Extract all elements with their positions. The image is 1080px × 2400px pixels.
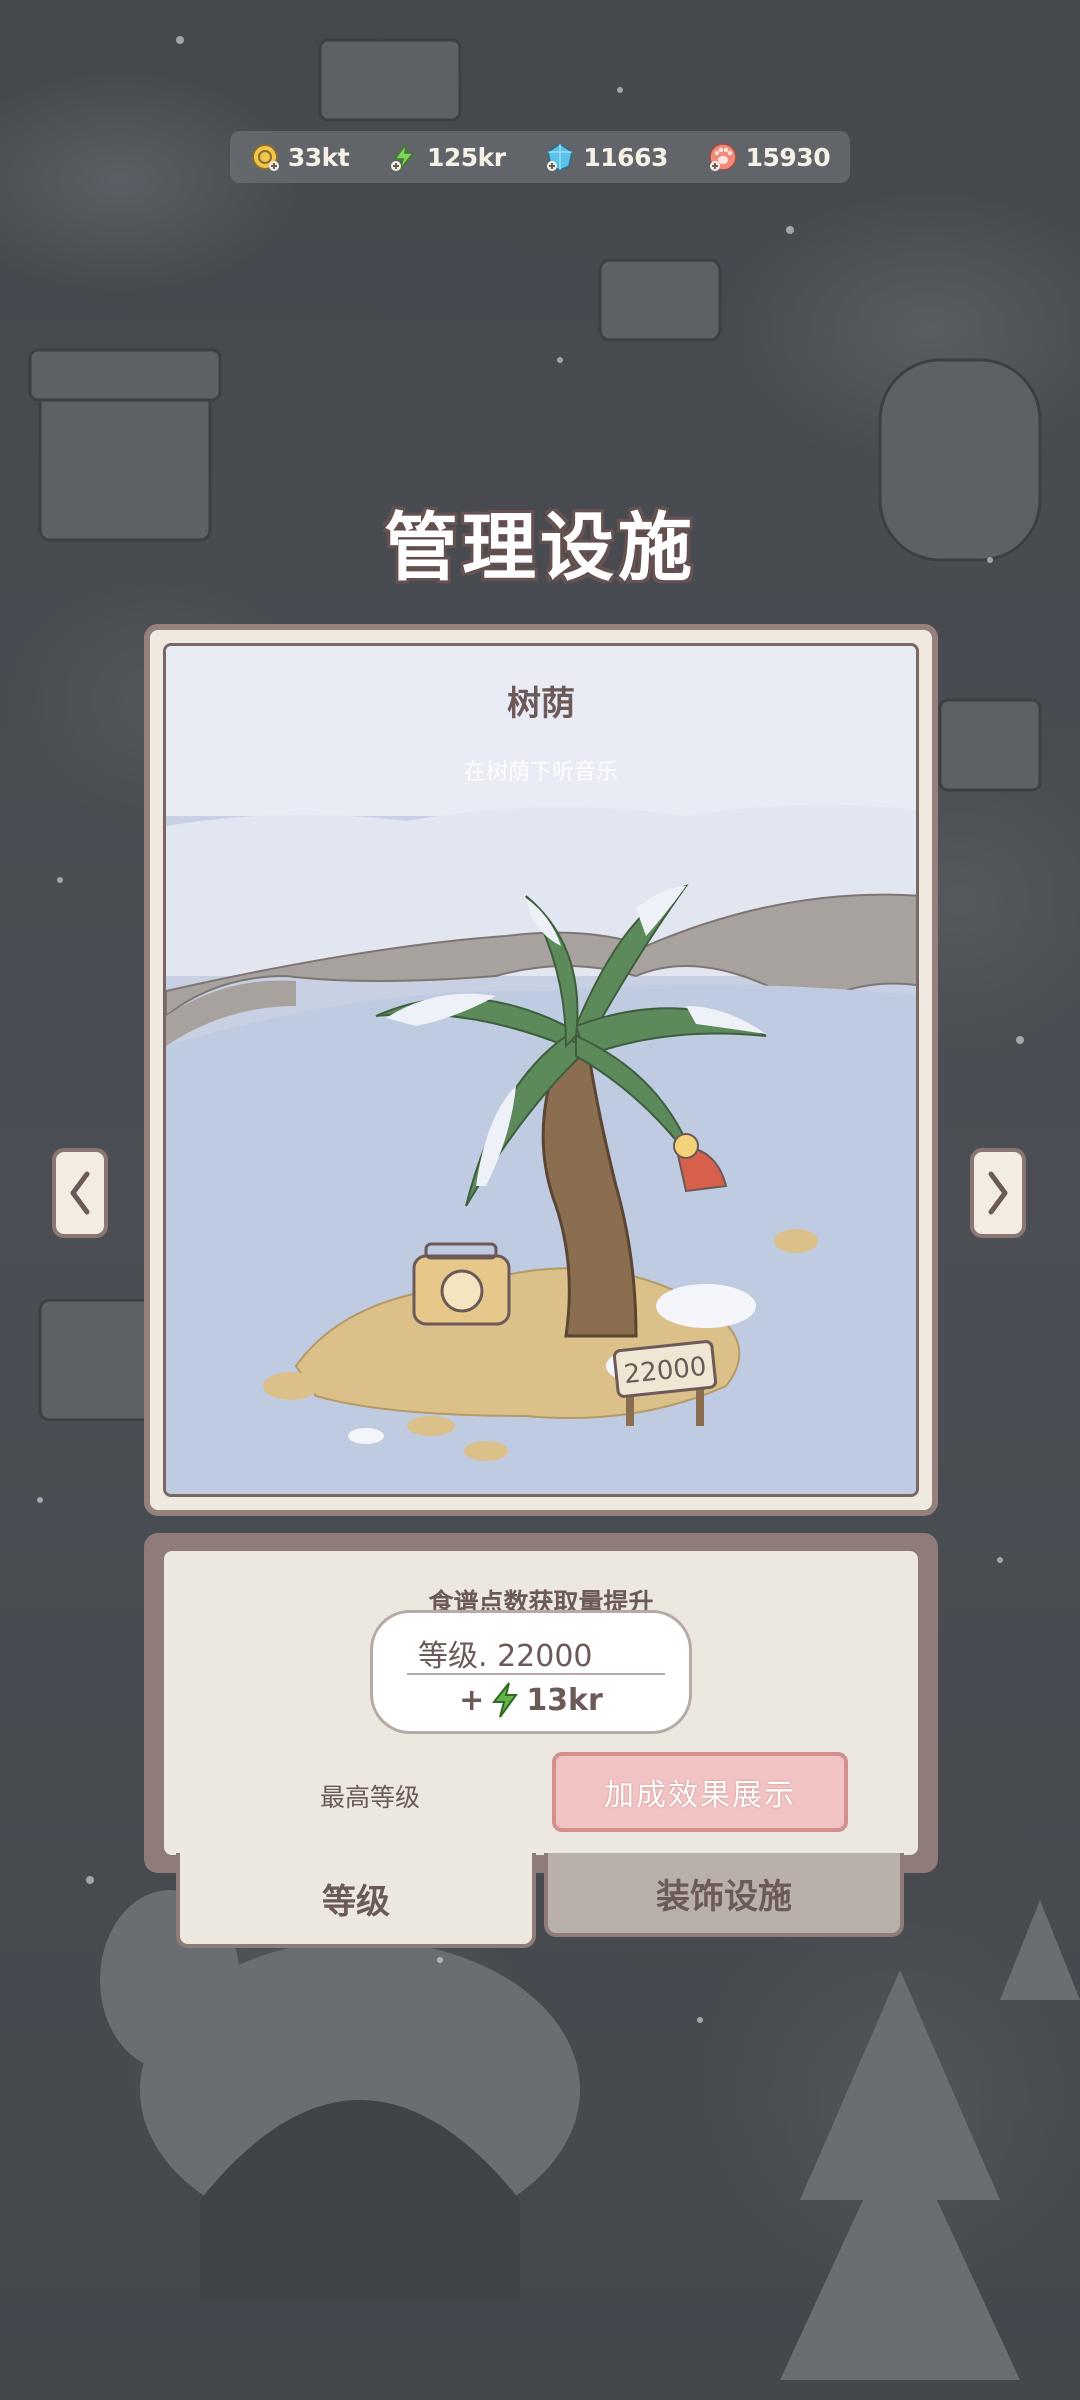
tab-decoration[interactable]: 装饰设施 [544, 1853, 904, 1937]
next-facility-button[interactable] [970, 1148, 1026, 1238]
facility-card: 22000 树荫 在树荫下听音乐 [144, 624, 938, 1516]
level-divider [407, 1673, 665, 1675]
bonus-prefix: + [459, 1682, 485, 1718]
facility-preview: 22000 树荫 在树荫下听音乐 [163, 643, 919, 1497]
bonus-line: + 13kr [373, 1681, 689, 1719]
title-divider [196, 740, 886, 742]
radio-decoration [412, 1242, 511, 1326]
paw-icon [708, 143, 737, 171]
level-label: 等级. 22000 [418, 1639, 593, 1674]
coin-value: 33kt [287, 142, 350, 172]
paw-value: 15930 [745, 142, 831, 172]
bonus-value: 13kr [526, 1682, 603, 1718]
energy-value: 125kr [427, 142, 506, 172]
resource-bar: 33kt 125kr 11663 15930 [230, 131, 850, 183]
level-info-box: 等级. 22000 + 13kr [370, 1610, 692, 1734]
tab-level[interactable]: 等级 [176, 1853, 536, 1948]
crystal-value: 11663 [583, 142, 668, 172]
crystal-icon [547, 143, 574, 171]
resource-crystal[interactable]: 11663 [545, 142, 668, 172]
chevron-left-icon [70, 1171, 90, 1215]
show-bonus-effect-button[interactable]: 加成效果展示 [552, 1752, 848, 1832]
max-level-label: 最高等级 [320, 1783, 421, 1812]
facility-description: 在树荫下听音乐 [463, 760, 618, 785]
facility-name: 树荫 [507, 684, 575, 724]
lightning-icon [492, 1682, 519, 1718]
chevron-right-icon [988, 1171, 1008, 1215]
resource-energy[interactable]: 125kr [389, 142, 506, 172]
coin-icon [251, 144, 279, 171]
resource-paw[interactable]: 15930 [708, 142, 831, 172]
resource-coin[interactable]: 33kt [250, 142, 350, 172]
previous-facility-button[interactable] [52, 1148, 108, 1238]
lightning-icon [391, 142, 415, 171]
page-title: 管理设施 [384, 505, 696, 591]
